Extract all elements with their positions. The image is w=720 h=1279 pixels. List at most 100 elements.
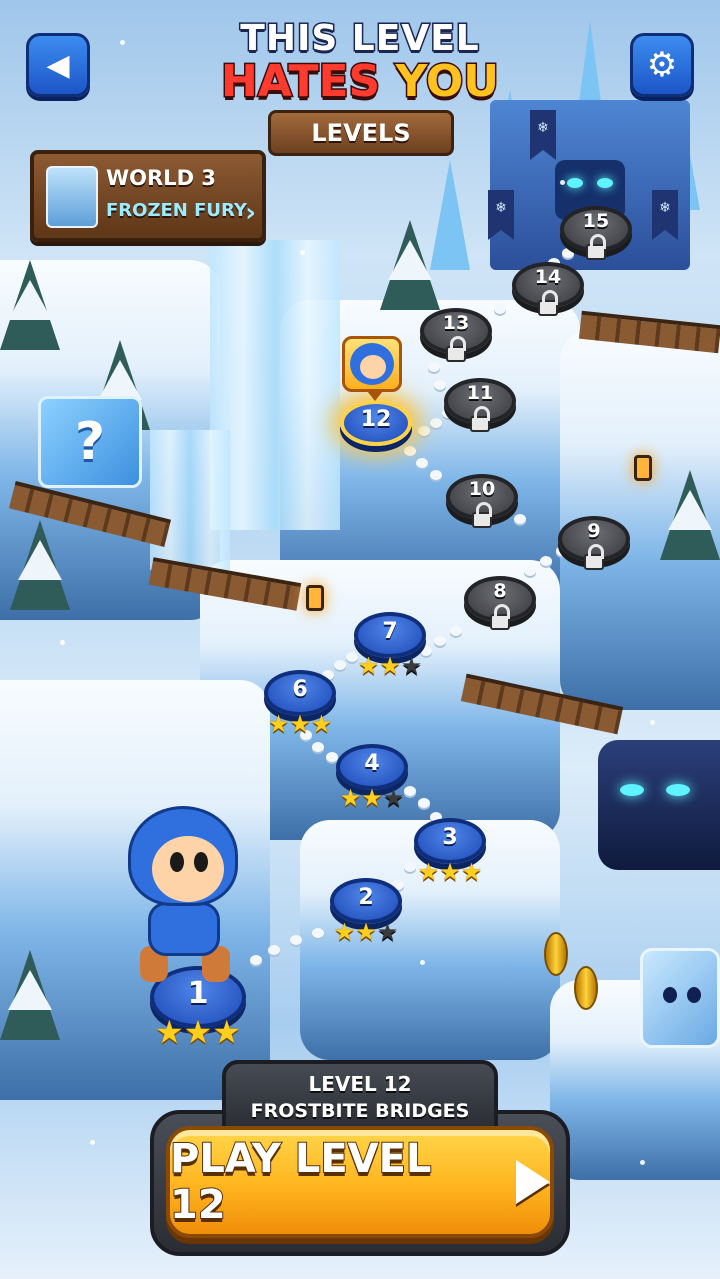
path-dot	[524, 566, 536, 576]
path-dot	[540, 556, 552, 566]
path-dot	[404, 862, 416, 872]
lantern-icon	[634, 455, 652, 481]
level-node-4[interactable]: 4 ★ ★ ★	[336, 744, 408, 810]
level-stars: ★ ★ ★	[418, 860, 483, 884]
lock-icon	[490, 604, 510, 630]
ice-cave-monster	[598, 740, 720, 870]
star-filled-icon: ★	[339, 784, 362, 812]
lock-icon	[586, 234, 606, 260]
path-dot	[430, 470, 442, 480]
chevron-right-icon: ›	[245, 198, 256, 228]
snowy-pine-tree	[10, 520, 70, 610]
player-location-marker	[342, 336, 402, 401]
back-button[interactable]: ◀	[26, 33, 90, 97]
settings-button[interactable]: ⚙	[630, 33, 694, 97]
star-filled-icon: ★	[212, 1013, 242, 1051]
path-dot	[312, 742, 324, 752]
level-node-10[interactable]: 10	[446, 474, 518, 528]
path-dot	[562, 248, 574, 258]
level-stars: ★ ★ ★	[155, 1016, 241, 1048]
path-dot	[268, 945, 280, 955]
gold-coin-icon	[574, 966, 598, 1010]
selected-level-panel: LEVEL 12 FROSTBITE BRIDGES	[222, 1060, 498, 1134]
snowy-pine-tree	[660, 470, 720, 560]
level-node-6[interactable]: 6 ★ ★ ★	[264, 670, 336, 736]
level-node-14[interactable]: 14	[512, 262, 584, 316]
levels-heading: LEVELS	[268, 110, 454, 156]
selected-level-label: LEVEL 12	[308, 1072, 412, 1096]
path-dot	[434, 636, 446, 646]
title-line-1: THIS LEVEL	[239, 17, 480, 61]
gear-icon: ⚙	[646, 45, 678, 85]
mystery-box-icon[interactable]: ?	[38, 396, 142, 488]
title-hates: HATES	[220, 56, 396, 107]
path-dot	[418, 426, 430, 436]
star-empty-icon: ★	[400, 652, 423, 680]
path-dot	[428, 362, 440, 372]
snowy-pine-tree	[0, 260, 60, 350]
level-number: 15	[582, 210, 610, 232]
gold-coin-icon	[544, 932, 568, 976]
level-node-12[interactable]: 12	[340, 400, 412, 446]
path-dot	[404, 446, 416, 456]
path-dot	[416, 458, 428, 468]
level-node-13[interactable]: 13	[420, 308, 492, 362]
level-number: 4	[364, 750, 380, 776]
level-node-7[interactable]: 7 ★ ★ ★	[354, 612, 426, 678]
star-filled-icon: ★	[361, 784, 383, 812]
world-name: WORLD 3	[106, 166, 216, 190]
world-selector-sign[interactable]: WORLD 3 FROZEN FURY ›	[30, 150, 266, 242]
star-filled-icon: ★	[460, 858, 483, 886]
level-number: 3	[442, 824, 458, 850]
world-subtitle: FROZEN FURY	[106, 200, 247, 221]
angry-ice-cube-enemy	[640, 948, 720, 1048]
path-dot	[494, 304, 506, 314]
star-filled-icon: ★	[379, 652, 401, 680]
level-number: 8	[493, 580, 507, 602]
star-filled-icon: ★	[289, 710, 311, 738]
level-number: 13	[442, 312, 470, 334]
level-node-11[interactable]: 11	[444, 378, 516, 432]
star-empty-icon: ★	[376, 918, 399, 946]
world-thumbnail	[46, 166, 98, 228]
lock-icon	[584, 544, 604, 570]
play-button-label: PLAY LEVEL 12	[169, 1135, 432, 1229]
star-filled-icon: ★	[183, 1013, 213, 1051]
star-filled-icon: ★	[417, 858, 440, 886]
star-empty-icon: ★	[382, 784, 405, 812]
selected-level-name: FROSTBITE BRIDGES	[250, 1100, 470, 1122]
play-level-button[interactable]: PLAY LEVEL 12	[166, 1126, 554, 1238]
star-filled-icon: ★	[357, 652, 380, 680]
level-number: 10	[468, 478, 496, 500]
level-number: 12	[360, 406, 392, 432]
lock-icon	[538, 290, 558, 316]
path-dot	[450, 626, 462, 636]
level-number: 2	[358, 884, 374, 910]
back-arrow-icon: ◀	[46, 47, 70, 83]
path-dot	[404, 786, 416, 796]
path-dot	[346, 652, 358, 662]
level-stars: ★ ★ ★	[334, 920, 399, 944]
path-dot	[418, 798, 430, 808]
level-node-8[interactable]: 8	[464, 576, 536, 630]
level-stars: ★ ★ ★	[268, 712, 333, 736]
path-dot	[312, 928, 324, 938]
star-filled-icon: ★	[355, 918, 377, 946]
path-dot	[290, 935, 302, 945]
title-you: YOU	[394, 56, 500, 107]
snowy-pine-tree	[0, 950, 60, 1040]
path-dot	[334, 660, 346, 670]
path-dot	[430, 418, 442, 428]
star-filled-icon: ★	[333, 918, 356, 946]
level-stars: ★ ★ ★	[358, 654, 423, 678]
level-node-3[interactable]: 3 ★ ★ ★	[414, 818, 486, 884]
star-filled-icon: ★	[267, 710, 290, 738]
level-node-9[interactable]: 9	[558, 516, 630, 570]
level-number: 6	[292, 676, 308, 702]
level-number: 9	[587, 520, 601, 542]
level-node-2[interactable]: 2 ★ ★ ★	[330, 878, 402, 944]
path-dot	[434, 380, 446, 390]
level-node-15[interactable]: 15	[560, 206, 632, 260]
star-filled-icon: ★	[439, 858, 461, 886]
level-number: 11	[466, 382, 494, 404]
